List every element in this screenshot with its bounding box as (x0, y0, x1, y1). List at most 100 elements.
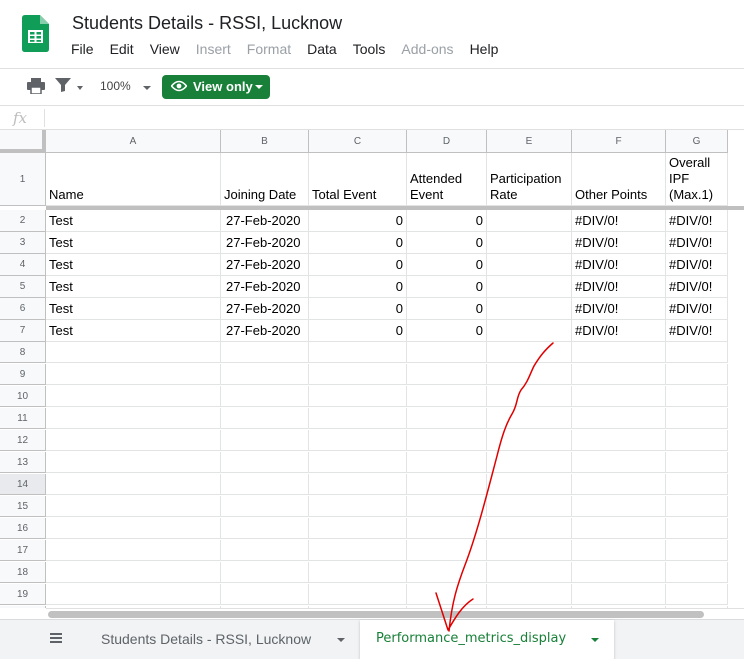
data-cell[interactable]: 0 (309, 210, 407, 232)
empty-cell[interactable] (666, 408, 728, 429)
row-header-11[interactable]: 11 (0, 408, 46, 429)
empty-cell[interactable] (487, 408, 572, 429)
data-cell[interactable]: 0 (309, 320, 407, 342)
data-cell[interactable]: 0 (407, 320, 487, 342)
empty-cell[interactable] (221, 430, 309, 451)
empty-cell[interactable] (572, 408, 666, 429)
menu-add-ons[interactable]: Add-ons (401, 41, 453, 59)
empty-cell[interactable] (666, 474, 728, 495)
filter-dropdown-caret-icon[interactable] (77, 86, 83, 90)
header-cell[interactable]: Joining Date (221, 153, 309, 206)
row-header-7[interactable]: 7 (0, 320, 46, 342)
filter-icon[interactable] (55, 78, 71, 92)
scrollbar-thumb[interactable] (48, 611, 704, 618)
chevron-down-icon[interactable] (591, 638, 599, 642)
data-cell[interactable]: 27-Feb-2020 (221, 276, 309, 298)
empty-cell[interactable] (309, 408, 407, 429)
empty-cell[interactable] (407, 584, 487, 605)
empty-cell[interactable] (487, 430, 572, 451)
row-header-17[interactable]: 17 (0, 540, 46, 561)
empty-cell[interactable] (46, 474, 221, 495)
menu-data[interactable]: Data (307, 41, 337, 59)
menu-insert[interactable]: Insert (196, 41, 231, 59)
empty-cell[interactable] (309, 452, 407, 473)
data-cell[interactable]: 27-Feb-2020 (221, 320, 309, 342)
empty-cell[interactable] (572, 584, 666, 605)
data-cell[interactable]: #DIV/0! (572, 320, 666, 342)
spreadsheet-grid[interactable]: ABCDEFG1234567891011121314151617181920Na… (0, 130, 744, 608)
data-cell[interactable]: 27-Feb-2020 (221, 298, 309, 320)
menu-view[interactable]: View (150, 41, 180, 59)
empty-cell[interactable] (572, 452, 666, 473)
column-header-a[interactable]: A (46, 130, 221, 153)
data-cell[interactable]: 0 (407, 254, 487, 276)
empty-cell[interactable] (46, 584, 221, 605)
header-cell[interactable]: Total Event (309, 153, 407, 206)
empty-cell[interactable] (572, 386, 666, 407)
empty-cell[interactable] (666, 584, 728, 605)
row-header-8[interactable]: 8 (0, 342, 46, 363)
empty-cell[interactable] (46, 518, 221, 539)
empty-cell[interactable] (572, 496, 666, 517)
data-cell[interactable]: #DIV/0! (666, 276, 728, 298)
empty-cell[interactable] (309, 496, 407, 517)
empty-cell[interactable] (666, 364, 728, 385)
empty-cell[interactable] (407, 540, 487, 561)
column-header-d[interactable]: D (407, 130, 487, 153)
data-cell[interactable] (487, 254, 572, 276)
empty-cell[interactable] (221, 452, 309, 473)
row-header-9[interactable]: 9 (0, 364, 46, 385)
empty-cell[interactable] (487, 386, 572, 407)
row-header-6[interactable]: 6 (0, 298, 46, 320)
empty-cell[interactable] (666, 452, 728, 473)
data-cell[interactable] (487, 298, 572, 320)
row-header-5[interactable]: 5 (0, 276, 46, 298)
data-cell[interactable]: 0 (309, 232, 407, 254)
header-cell[interactable]: Name (46, 153, 221, 206)
data-cell[interactable]: #DIV/0! (572, 254, 666, 276)
data-cell[interactable] (487, 276, 572, 298)
zoom-select[interactable]: 100% (100, 79, 131, 93)
column-header-g[interactable]: G (666, 130, 728, 153)
empty-cell[interactable] (221, 496, 309, 517)
data-cell[interactable]: #DIV/0! (666, 232, 728, 254)
row-header-12[interactable]: 12 (0, 430, 46, 451)
empty-cell[interactable] (572, 518, 666, 539)
row-header-1[interactable]: 1 (0, 153, 46, 206)
empty-cell[interactable] (487, 364, 572, 385)
header-cell[interactable]: Other Points (572, 153, 666, 206)
empty-cell[interactable] (666, 386, 728, 407)
row-header-15[interactable]: 15 (0, 496, 46, 517)
data-cell[interactable]: #DIV/0! (572, 232, 666, 254)
menu-help[interactable]: Help (470, 41, 499, 59)
view-only-button[interactable]: View only (162, 75, 270, 99)
row-header-13[interactable]: 13 (0, 452, 46, 473)
empty-cell[interactable] (309, 584, 407, 605)
empty-cell[interactable] (487, 496, 572, 517)
empty-cell[interactable] (221, 540, 309, 561)
empty-cell[interactable] (407, 408, 487, 429)
column-header-e[interactable]: E (487, 130, 572, 153)
empty-cell[interactable] (46, 342, 221, 363)
data-cell[interactable] (487, 320, 572, 342)
empty-cell[interactable] (309, 474, 407, 495)
empty-cell[interactable] (221, 474, 309, 495)
empty-cell[interactable] (487, 452, 572, 473)
empty-cell[interactable] (666, 562, 728, 583)
empty-cell[interactable] (487, 540, 572, 561)
empty-cell[interactable] (407, 364, 487, 385)
empty-cell[interactable] (666, 518, 728, 539)
empty-cell[interactable] (221, 562, 309, 583)
empty-cell[interactable] (309, 364, 407, 385)
empty-cell[interactable] (221, 408, 309, 429)
data-cell[interactable]: 0 (407, 298, 487, 320)
row-header-2[interactable]: 2 (0, 210, 46, 232)
row-header-14[interactable]: 14 (0, 474, 46, 495)
empty-cell[interactable] (487, 342, 572, 363)
empty-cell[interactable] (572, 474, 666, 495)
empty-cell[interactable] (221, 386, 309, 407)
data-cell[interactable]: Test (46, 298, 221, 320)
empty-cell[interactable] (46, 452, 221, 473)
data-cell[interactable]: #DIV/0! (572, 276, 666, 298)
data-cell[interactable]: 27-Feb-2020 (221, 210, 309, 232)
